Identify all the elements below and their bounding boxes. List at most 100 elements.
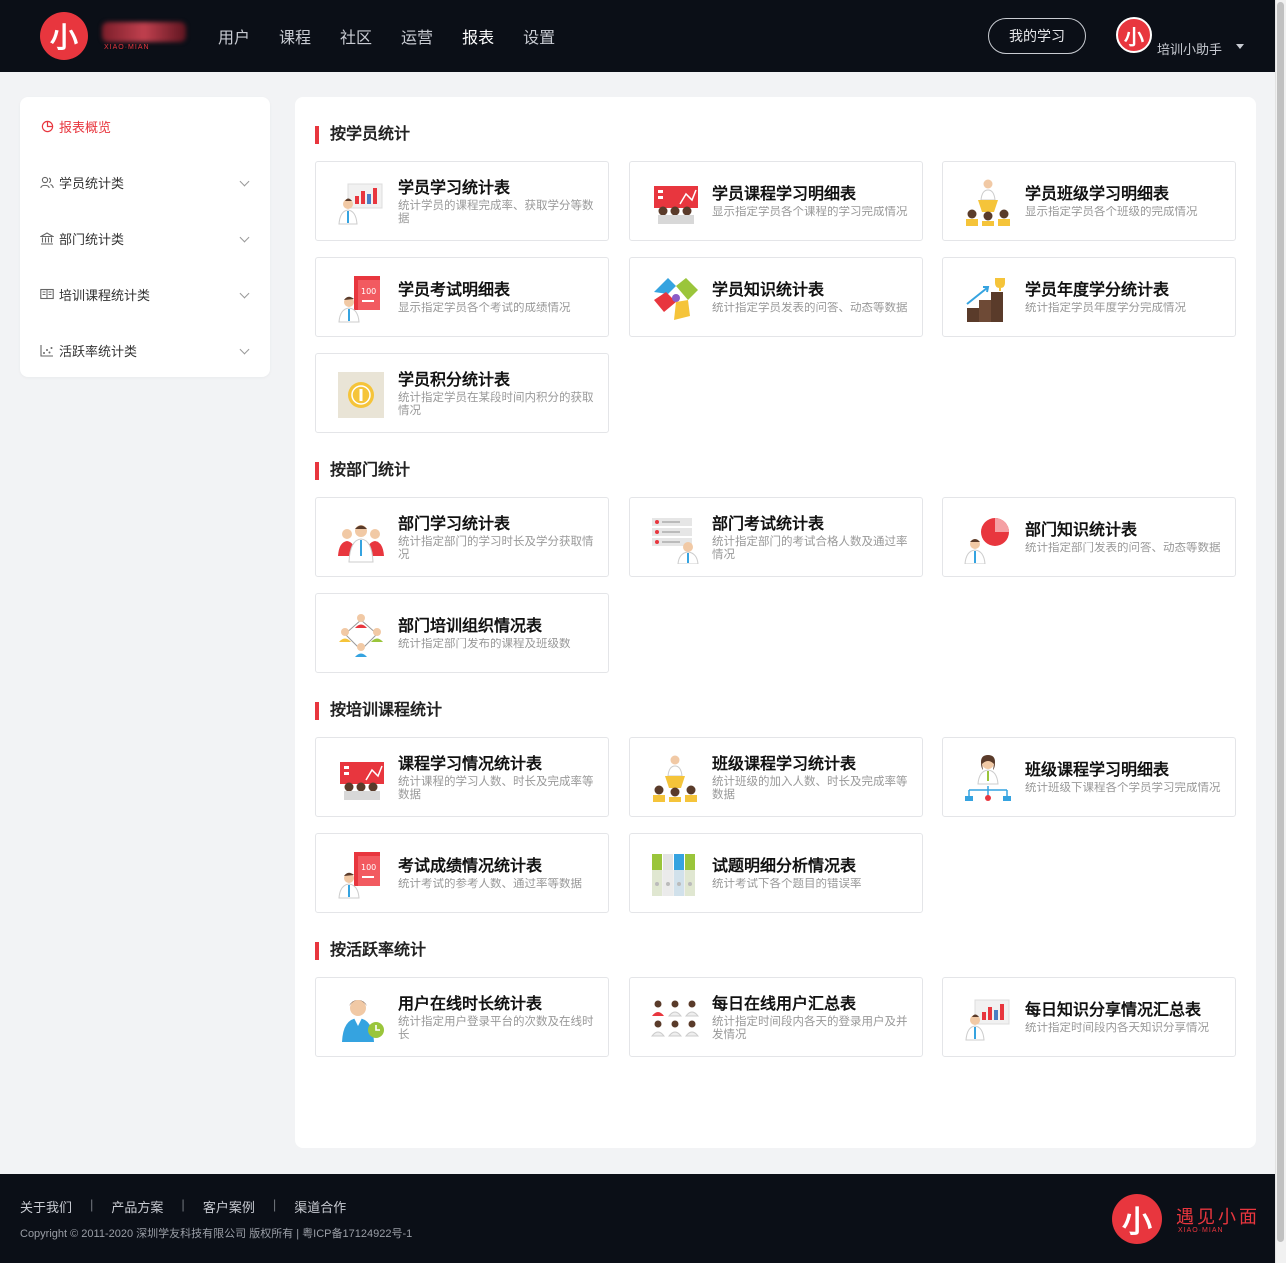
crowd-icon [650, 994, 700, 1044]
bank-icon [40, 231, 54, 245]
sidebar-item-label: 部门统计类 [59, 231, 125, 247]
card-description: 显示指定学员各个班级的完成情况 [1025, 206, 1198, 218]
pie-person-icon [963, 514, 1013, 565]
footer: 关于我们 | 产品方案 | 客户案例 | 渠道合作 Copyright © 20… [0, 1174, 1275, 1263]
logo-wordmark-redacted [102, 22, 186, 42]
sidebar-item-activity-stats[interactable]: 活跃率统计类 [20, 322, 270, 378]
user-name[interactable]: 培训小助手 [1157, 39, 1222, 58]
svg-text:100: 100 [361, 287, 376, 296]
card-title: 部门学习统计表 [398, 516, 511, 533]
classroom-icon [336, 754, 386, 804]
nav-reports[interactable]: 报表 [462, 24, 494, 48]
footer-link-products[interactable]: 产品方案 [111, 1197, 163, 1216]
team-icon [336, 514, 386, 564]
card-description: 统计指定用户登录平台的次数及在线时长 [398, 1016, 594, 1041]
report-card-student-points[interactable]: 学员积分统计表 统计指定学员在某段时间内积分的获取情况 [315, 353, 609, 433]
report-card-daily-knowledge-share[interactable]: 每日知识分享情况汇总表 统计指定时间段内各天知识分享情况 [942, 977, 1236, 1057]
report-card-dept-study[interactable]: 部门学习统计表 统计指定部门的学习时长及学分获取情况 [315, 497, 609, 577]
card-description: 统计班级的加入人数、时长及完成率等数据 [712, 776, 908, 801]
scrollbar-thumb[interactable] [1277, 2, 1284, 1242]
report-card-student-knowledge[interactable]: 学员知识统计表 统计指定学员发表的问答、动态等数据 [629, 257, 923, 337]
report-card-dept-exam[interactable]: 部门考试统计表 统计指定部门的考试合格人数及通过率情况 [629, 497, 923, 577]
card-description: 统计班级下课程各个学员学习完成情况 [1025, 782, 1221, 794]
card-title: 每日在线用户汇总表 [712, 996, 857, 1013]
card-description: 统计学员的课程完成率、获取学分等数据 [398, 200, 594, 225]
report-card-student-class-detail[interactable]: 学员班级学习明细表 显示指定学员各个班级的完成情况 [942, 161, 1236, 241]
card-title: 部门考试统计表 [712, 516, 825, 533]
avatar[interactable]: 小 [1116, 17, 1152, 53]
exam-score-icon: 100 [336, 850, 386, 900]
footer-separator: | [90, 1197, 94, 1212]
coin-icon [336, 370, 386, 420]
chevron-down-icon [239, 176, 250, 187]
card-title: 学员积分统计表 [398, 372, 511, 389]
card-title: 学员课程学习明细表 [712, 186, 857, 203]
server-person-icon [650, 514, 700, 565]
card-title: 试题明细分析情况表 [712, 858, 857, 875]
podium-speaker-icon [650, 754, 700, 804]
classroom-icon [650, 178, 700, 228]
sidebar-item-report-overview[interactable]: 报表概览 [20, 98, 270, 154]
brand-logo[interactable]: 小 XIAO·MIAN [40, 12, 190, 60]
report-card-daily-online-users[interactable]: 每日在线用户汇总表 统计指定时间段内各天的登录用户及并发情况 [629, 977, 923, 1057]
card-title: 班级课程学习统计表 [712, 756, 857, 773]
report-card-user-online-time[interactable]: 用户在线时长统计表 统计指定用户登录平台的次数及在线时长 [315, 977, 609, 1057]
footer-link-cases[interactable]: 客户案例 [203, 1197, 255, 1216]
sidebar-item-department-stats[interactable]: 部门统计类 [20, 210, 270, 266]
report-card-student-annual-credits[interactable]: 学员年度学分统计表 统计指定学员年度学分完成情况 [942, 257, 1236, 337]
nav-users[interactable]: 用户 [218, 24, 250, 48]
nav-courses[interactable]: 课程 [279, 24, 311, 48]
caret-down-icon[interactable] [1236, 44, 1244, 49]
card-description: 统计指定学员在某段时间内积分的获取情况 [398, 392, 594, 417]
footer-separator: | [272, 1197, 277, 1212]
card-title: 学员年度学分统计表 [1025, 282, 1170, 299]
card-description: 统计考试下各个题目的错误率 [712, 878, 862, 890]
pie-chart-icon [40, 119, 54, 133]
book-icon [40, 287, 54, 301]
report-card-class-course-study[interactable]: 班级课程学习统计表 统计班级的加入人数、时长及完成率等数据 [629, 737, 923, 817]
report-card-course-study[interactable]: 课程学习情况统计表 统计课程的学习人数、时长及完成率等数据 [315, 737, 609, 817]
logo-subtitle: XIAO·MIAN [104, 44, 150, 51]
footer-logo: 小 遇见小面 XIAO·MIAN [1112, 1194, 1262, 1244]
footer-link-channels[interactable]: 渠道合作 [294, 1197, 346, 1216]
card-title: 用户在线时长统计表 [398, 996, 543, 1013]
nav-settings[interactable]: 设置 [523, 24, 555, 48]
nav-community[interactable]: 社区 [340, 24, 372, 48]
report-card-student-study[interactable]: 学员学习统计表 统计学员的课程完成率、获取学分等数据 [315, 161, 609, 241]
card-description: 统计指定时间段内各天的登录用户及并发情况 [712, 1016, 908, 1041]
podium-speaker-icon [963, 178, 1013, 228]
sidebar-item-label: 学员统计类 [59, 175, 125, 191]
sidebar-item-course-stats[interactable]: 培训课程统计类 [20, 266, 270, 322]
users-icon [40, 175, 54, 189]
my-study-button[interactable]: 我的学习 [988, 18, 1086, 54]
report-card-student-exam-detail[interactable]: 100 学员考试明细表 显示指定学员各个考试的成绩情况 [315, 257, 609, 337]
report-card-dept-knowledge[interactable]: 部门知识统计表 统计指定部门发表的问答、动态等数据 [942, 497, 1236, 577]
card-description: 统计考试的参考人数、通过率等数据 [398, 878, 582, 890]
presenter-chart-icon [336, 178, 386, 228]
sidebar-item-label: 活跃率统计类 [59, 343, 138, 359]
chevron-down-icon [239, 232, 250, 243]
report-card-class-course-detail[interactable]: 班级课程学习明细表 统计班级下课程各个学员学习完成情况 [942, 737, 1236, 817]
report-card-student-course-detail[interactable]: 学员课程学习明细表 显示指定学员各个课程的学习完成情况 [629, 161, 923, 241]
report-card-dept-training-org[interactable]: 部门培训组织情况表 统计指定部门发布的课程及班级数 [315, 593, 609, 673]
copyright: Copyright © 2011-2020 深圳学友科技有限公司 版权所有 | … [20, 1228, 413, 1240]
footer-logo-text: 遇见小面 [1176, 1207, 1260, 1227]
logo-mark: 小 [40, 12, 88, 60]
section-title-course: 按培训课程统计 [315, 702, 442, 720]
report-card-question-analysis[interactable]: 试题明细分析情况表 统计考试下各个题目的错误率 [629, 833, 923, 913]
card-description: 统计指定部门发表的问答、动态等数据 [1025, 542, 1221, 554]
clock-person-icon [336, 994, 386, 1044]
top-navigation-bar: 小 XIAO·MIAN 用户 课程 社区 运营 报表 设置 我的学习 小 培训小… [0, 0, 1275, 72]
report-card-exam-score-stats[interactable]: 100 考试成绩情况统计表 统计考试的参考人数、通过率等数据 [315, 833, 609, 913]
card-title: 每日知识分享情况汇总表 [1025, 1002, 1202, 1019]
footer-link-about[interactable]: 关于我们 [20, 1197, 72, 1216]
card-description: 统计指定学员发表的问答、动态等数据 [712, 302, 908, 314]
nav-operations[interactable]: 运营 [401, 24, 433, 48]
binders-icon [650, 850, 700, 900]
card-title: 部门培训组织情况表 [398, 618, 543, 635]
card-description: 统计指定时间段内各天知识分享情况 [1025, 1022, 1209, 1034]
sidebar-item-student-stats[interactable]: 学员统计类 [20, 154, 270, 210]
card-description: 统计指定部门的考试合格人数及通过率情况 [712, 536, 908, 561]
sidebar-item-label: 培训课程统计类 [59, 287, 151, 303]
section-title-student: 按学员统计 [315, 126, 410, 144]
